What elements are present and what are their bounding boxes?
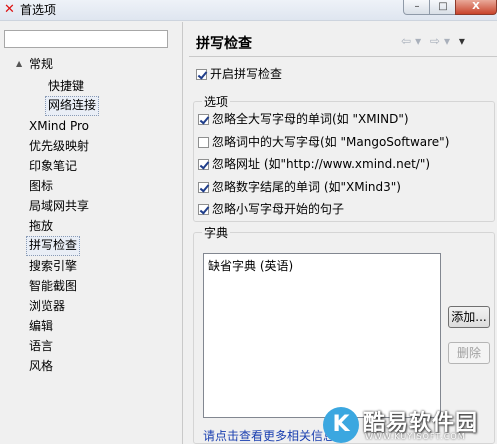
tree-item-drag-drop[interactable]: 拖放 [29, 217, 53, 235]
ignore-uppercase-checkbox[interactable]: 忽略全大写字母的单词(如 "XMIND") [198, 111, 409, 127]
navigation-bar: ⇦ ▾ ⇨ ▾ ▾ [401, 34, 469, 48]
ignore-urls-checkbox[interactable]: 忽略网址 (如"http://www.xmind.net/") [198, 156, 430, 172]
window-title: 首选项 [20, 3, 57, 17]
dictionary-list[interactable]: 缺省字典 (英语) [203, 253, 441, 418]
tree-item-spell-check[interactable]: 拼写检查 [26, 236, 81, 256]
ignore-lowercase-sentence-checkbox[interactable]: 忽略小写字母开始的句子 [198, 201, 344, 217]
close-button[interactable]: X [455, 0, 497, 15]
tree-item-lan-share[interactable]: 局域网共享 [29, 197, 89, 215]
tree-item-general[interactable]: ▲ 常规 [16, 55, 54, 73]
add-dictionary-button[interactable]: 添加... [448, 306, 490, 328]
tree-item-evernote[interactable]: 印象笔记 [29, 157, 77, 175]
checkbox-box[interactable] [198, 159, 209, 170]
tree-item-edit[interactable]: 编辑 [29, 317, 53, 335]
delete-dictionary-button[interactable]: 删除 [448, 342, 490, 364]
page-title: 拼写检查 [196, 36, 252, 52]
minimize-button[interactable]: – [403, 0, 431, 15]
enable-spell-check-checkbox[interactable]: 开启拼写检查 [196, 66, 282, 82]
checkbox-box[interactable] [198, 204, 209, 215]
checkbox-box[interactable] [198, 137, 209, 148]
view-menu-icon[interactable]: ▾ [459, 34, 466, 48]
tree-item-search-engine[interactable]: 搜索引擎 [29, 257, 77, 275]
tree-item-shortcuts[interactable]: 快捷键 [48, 77, 84, 95]
tree-item-priority[interactable]: 优先级映射 [29, 137, 89, 155]
watermark-logo: K [323, 407, 359, 443]
back-menu-icon[interactable]: ▾ [415, 34, 422, 48]
forward-arrow-icon[interactable]: ⇨ [430, 34, 441, 48]
tree-item-xmind-pro[interactable]: XMind Pro [29, 117, 89, 135]
ignore-digit-words-checkbox[interactable]: 忽略数字结尾的单词 (如"XMind3") [198, 179, 401, 195]
tree-item-language[interactable]: 语言 [29, 337, 53, 355]
tree-item-label: 常规 [29, 57, 54, 71]
checkbox-box[interactable] [198, 182, 209, 193]
filter-input[interactable] [4, 30, 168, 48]
title-separator [189, 56, 497, 57]
maximize-button[interactable]: □ [429, 0, 457, 15]
options-legend: 选项 [202, 95, 231, 109]
forward-menu-icon[interactable]: ▾ [444, 34, 451, 48]
checkbox-label: 忽略数字结尾的单词 (如"XMind3") [212, 180, 401, 194]
checkbox-label: 忽略全大写字母的单词(如 "XMIND") [212, 112, 409, 126]
checkbox-label: 忽略网址 (如"http://www.xmind.net/") [212, 157, 431, 171]
collapse-icon[interactable]: ▲ [16, 55, 22, 73]
tree-item-screenshot[interactable]: 智能截图 [29, 277, 77, 295]
dictionary-legend: 字典 [202, 226, 231, 240]
watermark-url: WWW.KUYISOFT.COM [365, 432, 466, 441]
xmind-icon: ✕ [4, 2, 15, 17]
checkbox-label: 忽略词中的大写字母(如 "MangoSoftware") [212, 135, 450, 149]
more-info-link[interactable]: 请点击查看更多相关信息 [203, 427, 333, 444]
pane-splitter[interactable] [182, 22, 183, 444]
back-arrow-icon[interactable]: ⇦ [401, 34, 412, 48]
list-item[interactable]: 缺省字典 (英语) [208, 258, 293, 274]
tree-item-browser[interactable]: 浏览器 [29, 297, 65, 315]
checkbox-label: 开启拼写检查 [210, 67, 283, 81]
tree-item-icons[interactable]: 图标 [29, 177, 53, 195]
checkbox-box[interactable] [196, 69, 207, 80]
checkbox-label: 忽略小写字母开始的句子 [212, 202, 345, 216]
checkbox-box[interactable] [198, 114, 209, 125]
ignore-mixed-case-checkbox[interactable]: 忽略词中的大写字母(如 "MangoSoftware") [198, 134, 449, 150]
tree-item-network[interactable]: 网络连接 [45, 96, 100, 116]
title-bar: ✕ 首选项 – □ X [0, 0, 497, 21]
tree-item-style[interactable]: 风格 [29, 357, 53, 375]
